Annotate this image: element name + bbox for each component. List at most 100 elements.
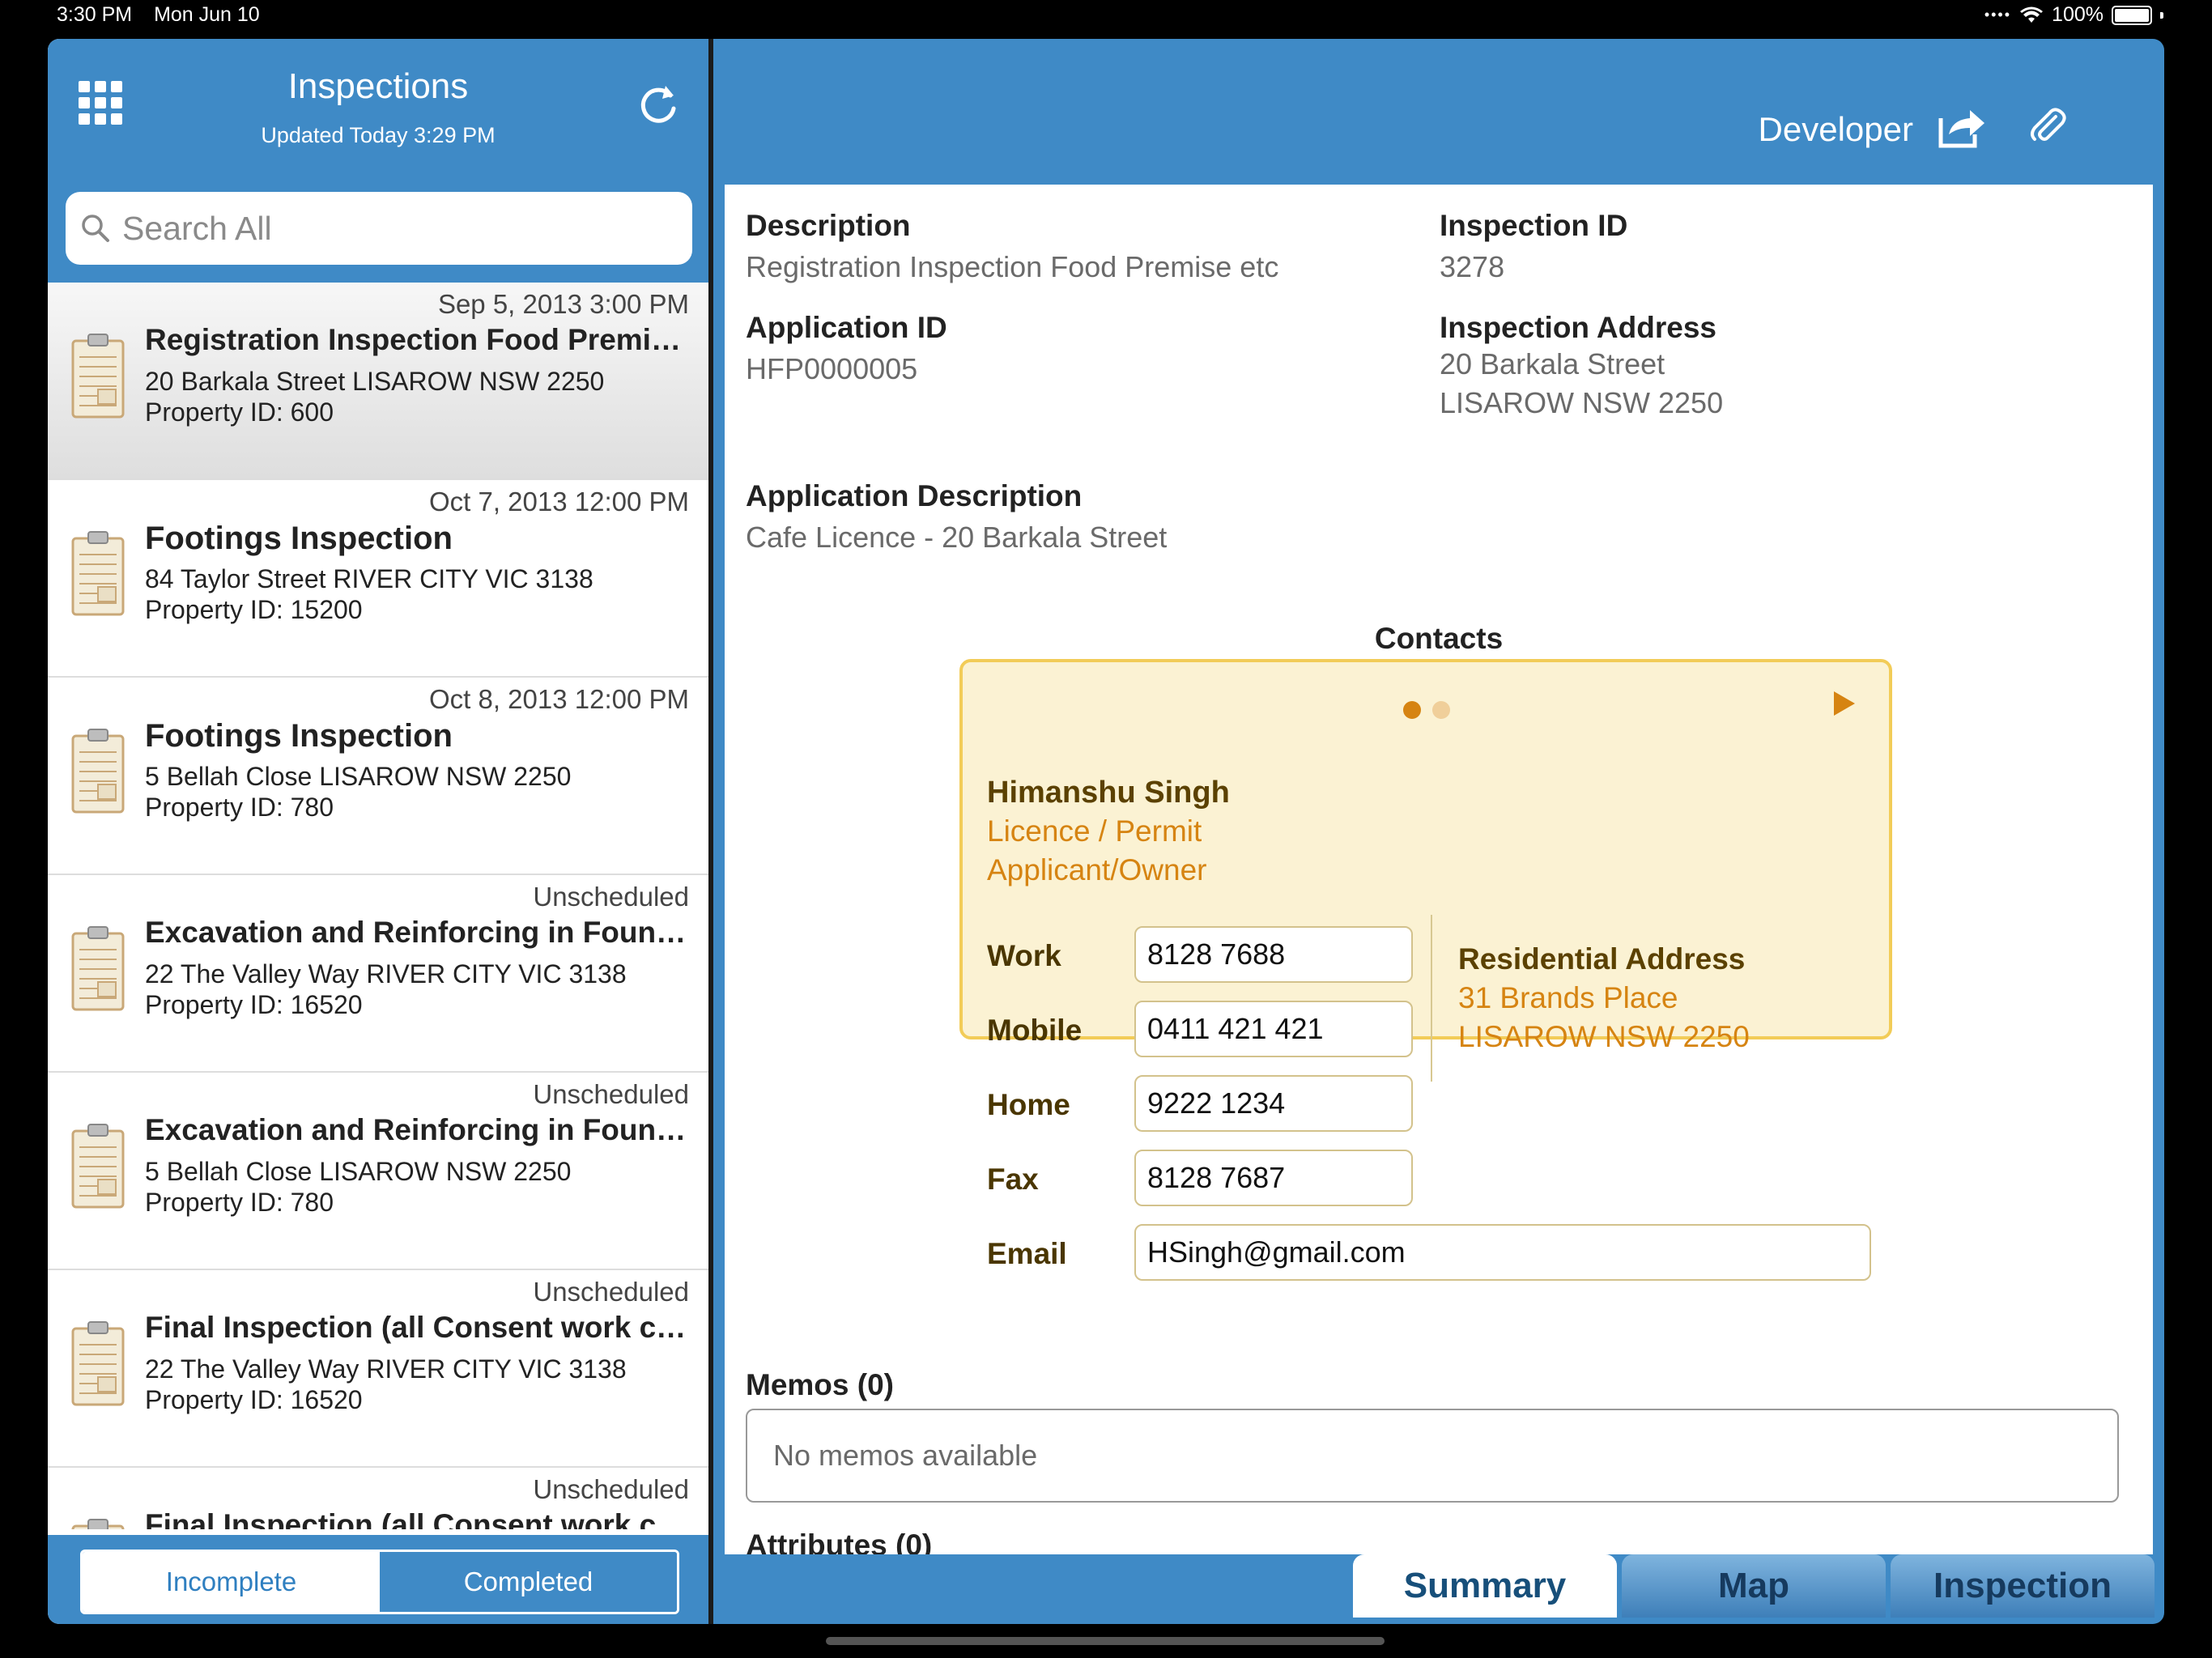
- item-title: Final Inspection (all Consent work compl…: [145, 1311, 696, 1344]
- mobile-phone-field[interactable]: 0411 421 421: [1134, 1001, 1413, 1057]
- page-indicator: [1403, 701, 1450, 719]
- memos-box: No memos available: [746, 1409, 2119, 1503]
- clipboard-icon: [71, 1321, 125, 1406]
- item-date: Unscheduled: [533, 1079, 689, 1109]
- inspection-address-label: Inspection Address: [1440, 311, 1716, 344]
- list-item[interactable]: Unscheduled Excavation and Reinforcing i…: [48, 875, 708, 1073]
- home-label: Home: [987, 1088, 1070, 1121]
- list-item[interactable]: Unscheduled Excavation and Reinforcing i…: [48, 1073, 708, 1270]
- item-date: Unscheduled: [533, 1474, 689, 1504]
- item-title: Footings Inspection: [145, 521, 453, 556]
- page-dot-active: [1403, 701, 1421, 719]
- description-label: Description: [746, 209, 911, 242]
- application-id-label: Application ID: [746, 311, 947, 344]
- panel-subtitle: Updated Today 3:29 PM: [261, 123, 496, 147]
- clipboard-icon: [71, 1519, 125, 1529]
- item-property: Property ID: 780: [145, 1188, 334, 1217]
- next-contact-icon[interactable]: [1832, 690, 1857, 717]
- residential-address-line1: 31 Brands Place: [1458, 981, 1678, 1014]
- clipboard-icon: [71, 531, 125, 616]
- email-field[interactable]: HSingh@gmail.com: [1134, 1224, 1871, 1281]
- tab-summary[interactable]: Summary: [1353, 1554, 1617, 1618]
- clipboard-icon: [71, 334, 125, 419]
- share-icon[interactable]: [1938, 107, 1988, 149]
- list-item[interactable]: Oct 7, 2013 12:00 PM Footings Inspection…: [48, 480, 708, 678]
- item-property: Property ID: 16520: [145, 990, 363, 1019]
- contact-type: Applicant/Owner: [987, 853, 1207, 886]
- inspection-address-line1: 20 Barkala Street: [1440, 347, 1665, 380]
- work-phone-field[interactable]: 8128 7688: [1134, 926, 1413, 983]
- item-address: 20 Barkala Street LISAROW NSW 2250: [145, 367, 605, 396]
- clipboard-icon: [71, 729, 125, 814]
- inspection-id-value: 3278: [1440, 250, 1505, 283]
- tab-map[interactable]: Map: [1622, 1554, 1886, 1618]
- item-property: Property ID: 15200: [145, 595, 363, 624]
- item-date: Unscheduled: [533, 1277, 689, 1307]
- item-property: Property ID: 600: [145, 397, 334, 427]
- clipboard-icon: [71, 1124, 125, 1209]
- item-title: Final Inspection (all Consent work compl…: [145, 1508, 696, 1529]
- clipboard-icon: [71, 926, 125, 1011]
- item-address: 22 The Valley Way RIVER CITY VIC 3138: [145, 959, 627, 988]
- email-label: Email: [987, 1237, 1067, 1270]
- refresh-icon[interactable]: [635, 81, 682, 128]
- battery-icon: [2112, 5, 2152, 25]
- fax-field[interactable]: 8128 7687: [1134, 1150, 1413, 1206]
- contact-card[interactable]: Himanshu Singh Licence / Permit Applican…: [959, 659, 1892, 1281]
- segment-incomplete[interactable]: Incomplete: [83, 1552, 380, 1612]
- battery-nub: [2160, 11, 2163, 19]
- contact-name: Himanshu Singh: [987, 776, 1230, 810]
- contact-role: Licence / Permit: [987, 814, 1202, 848]
- search-icon: [82, 215, 109, 242]
- fax-label: Fax: [987, 1163, 1039, 1196]
- work-label: Work: [987, 939, 1061, 972]
- item-address: 5 Bellah Close LISAROW NSW 2250: [145, 1157, 572, 1186]
- mobile-label: Mobile: [987, 1014, 1083, 1047]
- panel-title: Inspections: [287, 66, 469, 106]
- item-title: Footings Inspection: [145, 718, 453, 754]
- inspection-list: Sep 5, 2013 3:00 PM Registration Inspect…: [48, 283, 708, 1529]
- item-address: 22 The Valley Way RIVER CITY VIC 3138: [145, 1354, 627, 1384]
- battery-percent: 100%: [2052, 3, 2104, 26]
- status-filter-bar: Incomplete Completed: [48, 1535, 708, 1624]
- item-title: Excavation and Reinforcing in Foundation…: [145, 916, 696, 949]
- segment-completed[interactable]: Completed: [380, 1552, 677, 1612]
- attachment-icon[interactable]: [2028, 107, 2067, 146]
- list-item[interactable]: Unscheduled Final Inspection (all Consen…: [48, 1270, 708, 1468]
- bottom-tab-bar: Summary Map Inspection: [713, 1554, 2164, 1624]
- item-address: 84 Taylor Street RIVER CITY VIC 3138: [145, 564, 593, 593]
- page-dot: [1432, 701, 1450, 719]
- item-date: Oct 7, 2013 12:00 PM: [428, 487, 689, 517]
- wifi-icon: [2020, 6, 2044, 23]
- detail-panel: Developer Description Registration Inspe…: [713, 39, 2164, 1624]
- cellular-dots-icon: ••••: [1984, 6, 2012, 23]
- home-indicator: [826, 1637, 1385, 1645]
- status-bar-right: •••• 100%: [1984, 3, 2163, 27]
- residential-address-line2: LISAROW NSW 2250: [1458, 1020, 1750, 1053]
- item-date: Unscheduled: [533, 882, 689, 912]
- status-bar-left: 3:30 PM Mon Jun 10: [57, 3, 276, 27]
- application-id-value: HFP0000005: [746, 352, 918, 385]
- list-item[interactable]: Oct 8, 2013 12:00 PM Footings Inspection…: [48, 678, 708, 875]
- user-label[interactable]: Developer: [1759, 110, 1913, 149]
- status-segmented-control: Incomplete Completed: [80, 1550, 679, 1614]
- list-item[interactable]: Unscheduled Final Inspection (all Consen…: [48, 1468, 708, 1529]
- item-date: Sep 5, 2013 3:00 PM: [437, 289, 689, 319]
- attributes-label: Attributes (0): [746, 1528, 933, 1554]
- tab-inspection[interactable]: Inspection: [1891, 1554, 2155, 1618]
- application-description-label: Application Description: [746, 479, 1083, 512]
- inspections-panel: Inspections Updated Today 3:29 PM Search…: [48, 39, 708, 1624]
- search-input[interactable]: Search All: [66, 192, 692, 265]
- inspection-address-line2: LISAROW NSW 2250: [1440, 386, 1724, 419]
- inspection-id-label: Inspection ID: [1440, 209, 1628, 242]
- home-phone-field[interactable]: 9222 1234: [1134, 1075, 1413, 1132]
- contacts-title: Contacts: [1374, 622, 1504, 655]
- item-address: 5 Bellah Close LISAROW NSW 2250: [145, 762, 572, 791]
- residential-address-label: Residential Address: [1458, 942, 1746, 976]
- list-item[interactable]: Sep 5, 2013 3:00 PM Registration Inspect…: [48, 283, 708, 480]
- item-title: Excavation and Reinforcing in Foundation…: [145, 1113, 696, 1146]
- item-date: Oct 8, 2013 12:00 PM: [428, 684, 689, 714]
- status-time: 3:30 PM: [57, 3, 133, 26]
- item-property: Property ID: 780: [145, 793, 334, 822]
- inspections-header: Inspections Updated Today 3:29 PM: [48, 39, 708, 171]
